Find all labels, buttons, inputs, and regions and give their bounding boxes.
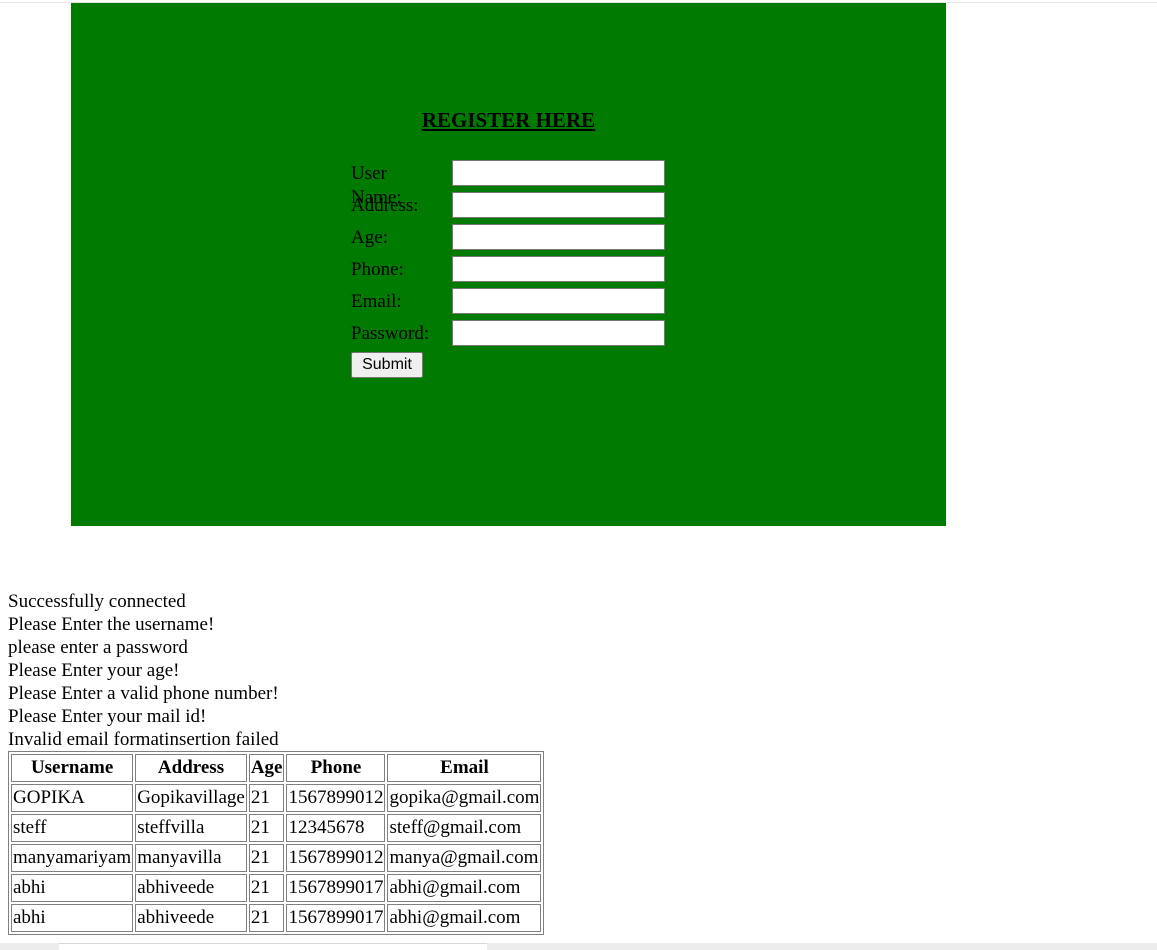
column-header: Age [248,754,285,782]
table-cell: abhiveede [135,904,247,932]
table-cell: gopika@gmail.com [387,784,542,812]
column-header: Address [135,754,247,782]
users-table: Username Address Age Phone Email GOPIKA … [8,751,545,935]
register-title: REGISTER HERE [421,108,596,132]
submit-button[interactable]: Submit [351,352,423,378]
register-panel: REGISTER HERE User Name: Address: Age: P… [71,3,946,526]
status-message: Successfully connected [8,591,186,612]
table-cell: 21 [248,784,285,812]
password-input[interactable] [452,320,665,346]
table-cell: 21 [248,814,285,842]
email-input[interactable] [452,288,665,314]
status-message: Invalid email formatinsertion failed [8,729,279,750]
status-message: Please Enter your mail id! [8,706,207,727]
status-message: Please Enter a valid phone number! [8,683,279,704]
table-cell: steff@gmail.com [387,814,542,842]
table-row: abhi abhiveede 21 1567899017 abhi@gmail.… [11,904,542,932]
table-cell: 21 [248,874,285,902]
table-cell: 12345678 [286,814,386,842]
table-row: manyamariyam manyavilla 21 1567899012 ma… [11,844,542,872]
table-row: steff steffvilla 21 12345678 steff@gmail… [11,814,542,842]
status-message: please enter a password [8,637,188,658]
table-cell: abhi [11,904,134,932]
scrollbar-thumb[interactable] [59,943,487,950]
table-cell: steff [11,814,134,842]
status-message: Please Enter the username! [8,614,215,635]
password-label: Password: [351,323,430,344]
email-label: Email: [351,291,402,312]
phone-input[interactable] [452,256,665,282]
table-cell: 1567899012 [286,784,386,812]
table-cell: abhiveede [135,874,247,902]
table-cell: abhi [11,874,134,902]
table-cell: Gopikavillage [135,784,247,812]
username-input[interactable] [452,160,665,186]
table-header-row: Username Address Age Phone Email [11,754,542,782]
age-input[interactable] [452,224,665,250]
table-cell: GOPIKA [11,784,134,812]
column-header: Email [387,754,542,782]
table-cell: 21 [248,844,285,872]
age-label: Age: [351,227,388,248]
table-cell: abhi@gmail.com [387,874,542,902]
column-header: Phone [286,754,386,782]
table-cell: manyamariyam [11,844,134,872]
table-cell: abhi@gmail.com [387,904,542,932]
address-label: Address: [351,195,419,216]
table-cell: 1567899012 [286,844,386,872]
table-cell: manyavilla [135,844,247,872]
status-message: Please Enter your age! [8,660,180,681]
table-cell: 1567899017 [286,874,386,902]
table-row: GOPIKA Gopikavillage 21 1567899012 gopik… [11,784,542,812]
address-input[interactable] [452,192,665,218]
table-cell: 21 [248,904,285,932]
phone-label: Phone: [351,259,404,280]
table-cell: manya@gmail.com [387,844,542,872]
column-header: Username [11,754,134,782]
table-row: abhi abhiveede 21 1567899017 abhi@gmail.… [11,874,542,902]
status-messages: Successfully connected Please Enter the … [8,590,279,751]
table-cell: 1567899017 [286,904,386,932]
table-cell: steffvilla [135,814,247,842]
